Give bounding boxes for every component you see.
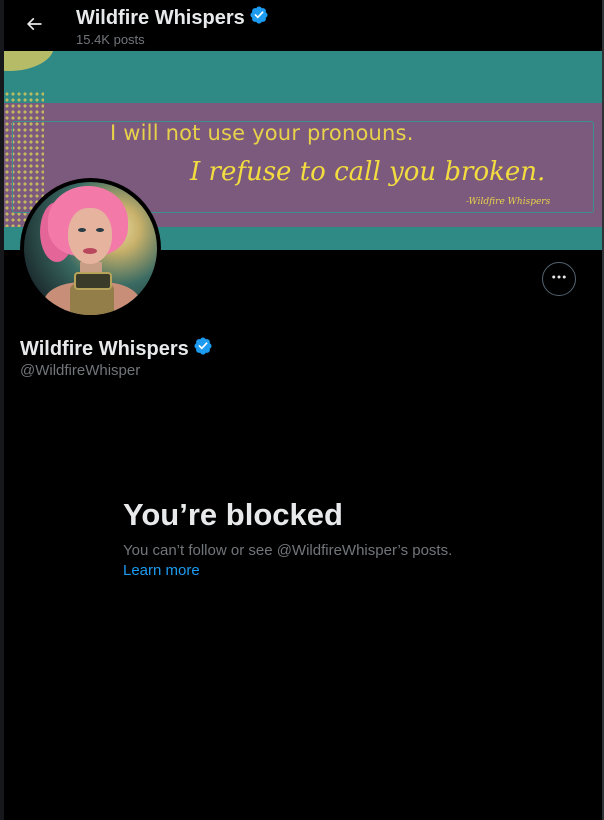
verified-badge-icon [249, 5, 269, 31]
arrow-left-icon [24, 14, 44, 39]
banner-quote-line-2: I refuse to call you broken. [190, 157, 546, 187]
verified-badge-icon [193, 336, 213, 362]
header-title: Wildfire Whispers [76, 5, 269, 31]
blocked-description: You can’t follow or see @WildfireWhisper… [123, 542, 453, 559]
profile-handle: @WildfireWhisper [20, 362, 141, 379]
more-horizontal-icon [550, 268, 568, 291]
learn-more-link[interactable]: Learn more [123, 562, 200, 579]
banner-quote-line-1: I will not use your pronouns. [110, 121, 414, 145]
profile-page: Wildfire Whispers 15.4K posts I will not… [0, 0, 604, 820]
banner-signature: -Wildfire Whispers [466, 197, 551, 207]
header-title-text: Wildfire Whispers [76, 6, 245, 29]
avatar-image [24, 182, 157, 315]
profile-display-name-text: Wildfire Whispers [20, 337, 189, 360]
blocked-title: You’re blocked [123, 497, 343, 532]
banner-decoration [4, 51, 54, 71]
profile-header: Wildfire Whispers 15.4K posts [4, 0, 602, 50]
avatar[interactable] [20, 178, 161, 319]
profile-display-name: Wildfire Whispers [20, 336, 213, 362]
more-button[interactable] [542, 262, 576, 296]
back-button[interactable] [18, 10, 50, 42]
post-count: 15.4K posts [76, 32, 145, 47]
